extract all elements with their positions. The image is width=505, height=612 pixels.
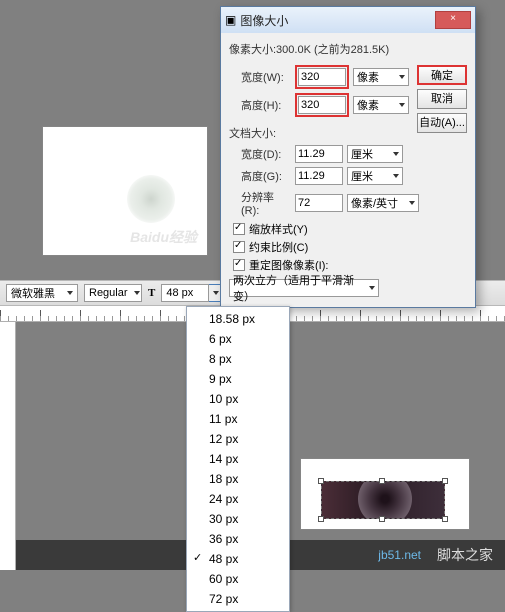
dialog-titlebar[interactable]: ▣ 图像大小 ×: [221, 7, 475, 33]
eye-graphic: [127, 175, 175, 223]
dialog-title: 图像大小: [240, 12, 435, 29]
selected-layer-graphic[interactable]: [321, 481, 445, 519]
auto-button[interactable]: 自动(A)...: [417, 113, 467, 133]
resolution-label: 分辨率(R):: [241, 189, 291, 217]
font-size-option[interactable]: 60 px: [187, 569, 289, 589]
chevron-down-icon: [393, 174, 399, 178]
image-size-dialog: ▣ 图像大小 × 确定 取消 自动(A)... 像素大小:300.0K (之前为…: [220, 6, 476, 308]
transform-handle[interactable]: [442, 516, 448, 522]
constrain-checkbox[interactable]: [233, 241, 245, 253]
site-link[interactable]: jb51.net: [378, 548, 421, 562]
font-size-dropdown[interactable]: 18.58 px6 px8 px9 px10 px11 px12 px14 px…: [186, 306, 290, 612]
transform-handle[interactable]: [318, 478, 324, 484]
chevron-down-icon: [393, 152, 399, 156]
scale-styles-checkbox[interactable]: [233, 223, 245, 235]
font-size-option[interactable]: 36 px: [187, 529, 289, 549]
transform-handle[interactable]: [318, 516, 324, 522]
height-unit-select[interactable]: 像素: [353, 96, 409, 114]
font-size-option[interactable]: 10 px: [187, 389, 289, 409]
font-size-option[interactable]: 72 px: [187, 589, 289, 609]
width-unit-select[interactable]: 像素: [353, 68, 409, 86]
resample-label: 重定图像像素(I):: [249, 257, 328, 273]
size-icon: T: [148, 287, 155, 299]
font-size-option[interactable]: 9 px: [187, 369, 289, 389]
ok-button[interactable]: 确定: [417, 65, 467, 85]
font-size-option[interactable]: 14 px: [187, 449, 289, 469]
close-icon[interactable]: ×: [435, 11, 471, 29]
chevron-down-icon: [399, 75, 405, 79]
transform-handle[interactable]: [379, 478, 385, 484]
check-icon: ✓: [193, 550, 202, 566]
resolution-unit-select[interactable]: 像素/英寸: [347, 194, 419, 212]
chevron-down-icon: [134, 291, 140, 295]
width-label: 宽度(W):: [241, 69, 291, 85]
pixel-size-summary: 像素大小:300.0K (之前为281.5K): [229, 41, 467, 57]
resolution-field[interactable]: [295, 194, 343, 212]
chevron-down-icon: [213, 291, 219, 295]
scale-styles-label: 缩放样式(Y): [249, 221, 308, 237]
interpolation-select[interactable]: 两次立方（适用于平滑渐变）: [229, 279, 379, 297]
doc-height-unit-select[interactable]: 厘米: [347, 167, 403, 185]
font-size-option[interactable]: 8 px: [187, 349, 289, 369]
font-size-option[interactable]: 24 px: [187, 489, 289, 509]
doc-width-field[interactable]: [295, 145, 343, 163]
doc-width-label: 宽度(D):: [241, 146, 291, 162]
font-size-option[interactable]: 12 px: [187, 429, 289, 449]
width-field[interactable]: [298, 68, 346, 86]
canvas-document-1[interactable]: Baidu经验: [42, 126, 208, 256]
watermark: Baidu经验: [130, 227, 197, 247]
cancel-button[interactable]: 取消: [417, 89, 467, 109]
doc-height-field[interactable]: [295, 167, 343, 185]
height-field[interactable]: [298, 96, 346, 114]
font-size-field[interactable]: 48 px: [161, 284, 209, 302]
font-size-option[interactable]: 6 px: [187, 329, 289, 349]
transform-handle[interactable]: [379, 516, 385, 522]
chevron-down-icon: [369, 286, 375, 290]
chevron-down-icon: [409, 201, 415, 205]
font-size-option[interactable]: 18 px: [187, 469, 289, 489]
canvas-document-2[interactable]: [300, 458, 470, 530]
font-size-option[interactable]: 48 px✓: [187, 549, 289, 569]
font-family-select[interactable]: 微软雅黑: [6, 284, 78, 302]
app-icon: ▣: [225, 13, 236, 27]
transform-handle[interactable]: [442, 478, 448, 484]
doc-height-label: 高度(G):: [241, 168, 291, 184]
doc-width-unit-select[interactable]: 厘米: [347, 145, 403, 163]
brand-label: 脚本之家: [437, 545, 493, 565]
font-size-option[interactable]: 11 px: [187, 409, 289, 429]
resample-checkbox[interactable]: [233, 259, 245, 271]
chevron-down-icon: [67, 291, 73, 295]
font-size-option[interactable]: 30 px: [187, 509, 289, 529]
constrain-label: 约束比例(C): [249, 239, 308, 255]
vertical-ruler: [0, 306, 16, 570]
chevron-down-icon: [399, 103, 405, 107]
font-size-option[interactable]: 18.58 px: [187, 309, 289, 329]
height-label: 高度(H):: [241, 97, 291, 113]
font-style-select[interactable]: Regular: [84, 284, 142, 302]
